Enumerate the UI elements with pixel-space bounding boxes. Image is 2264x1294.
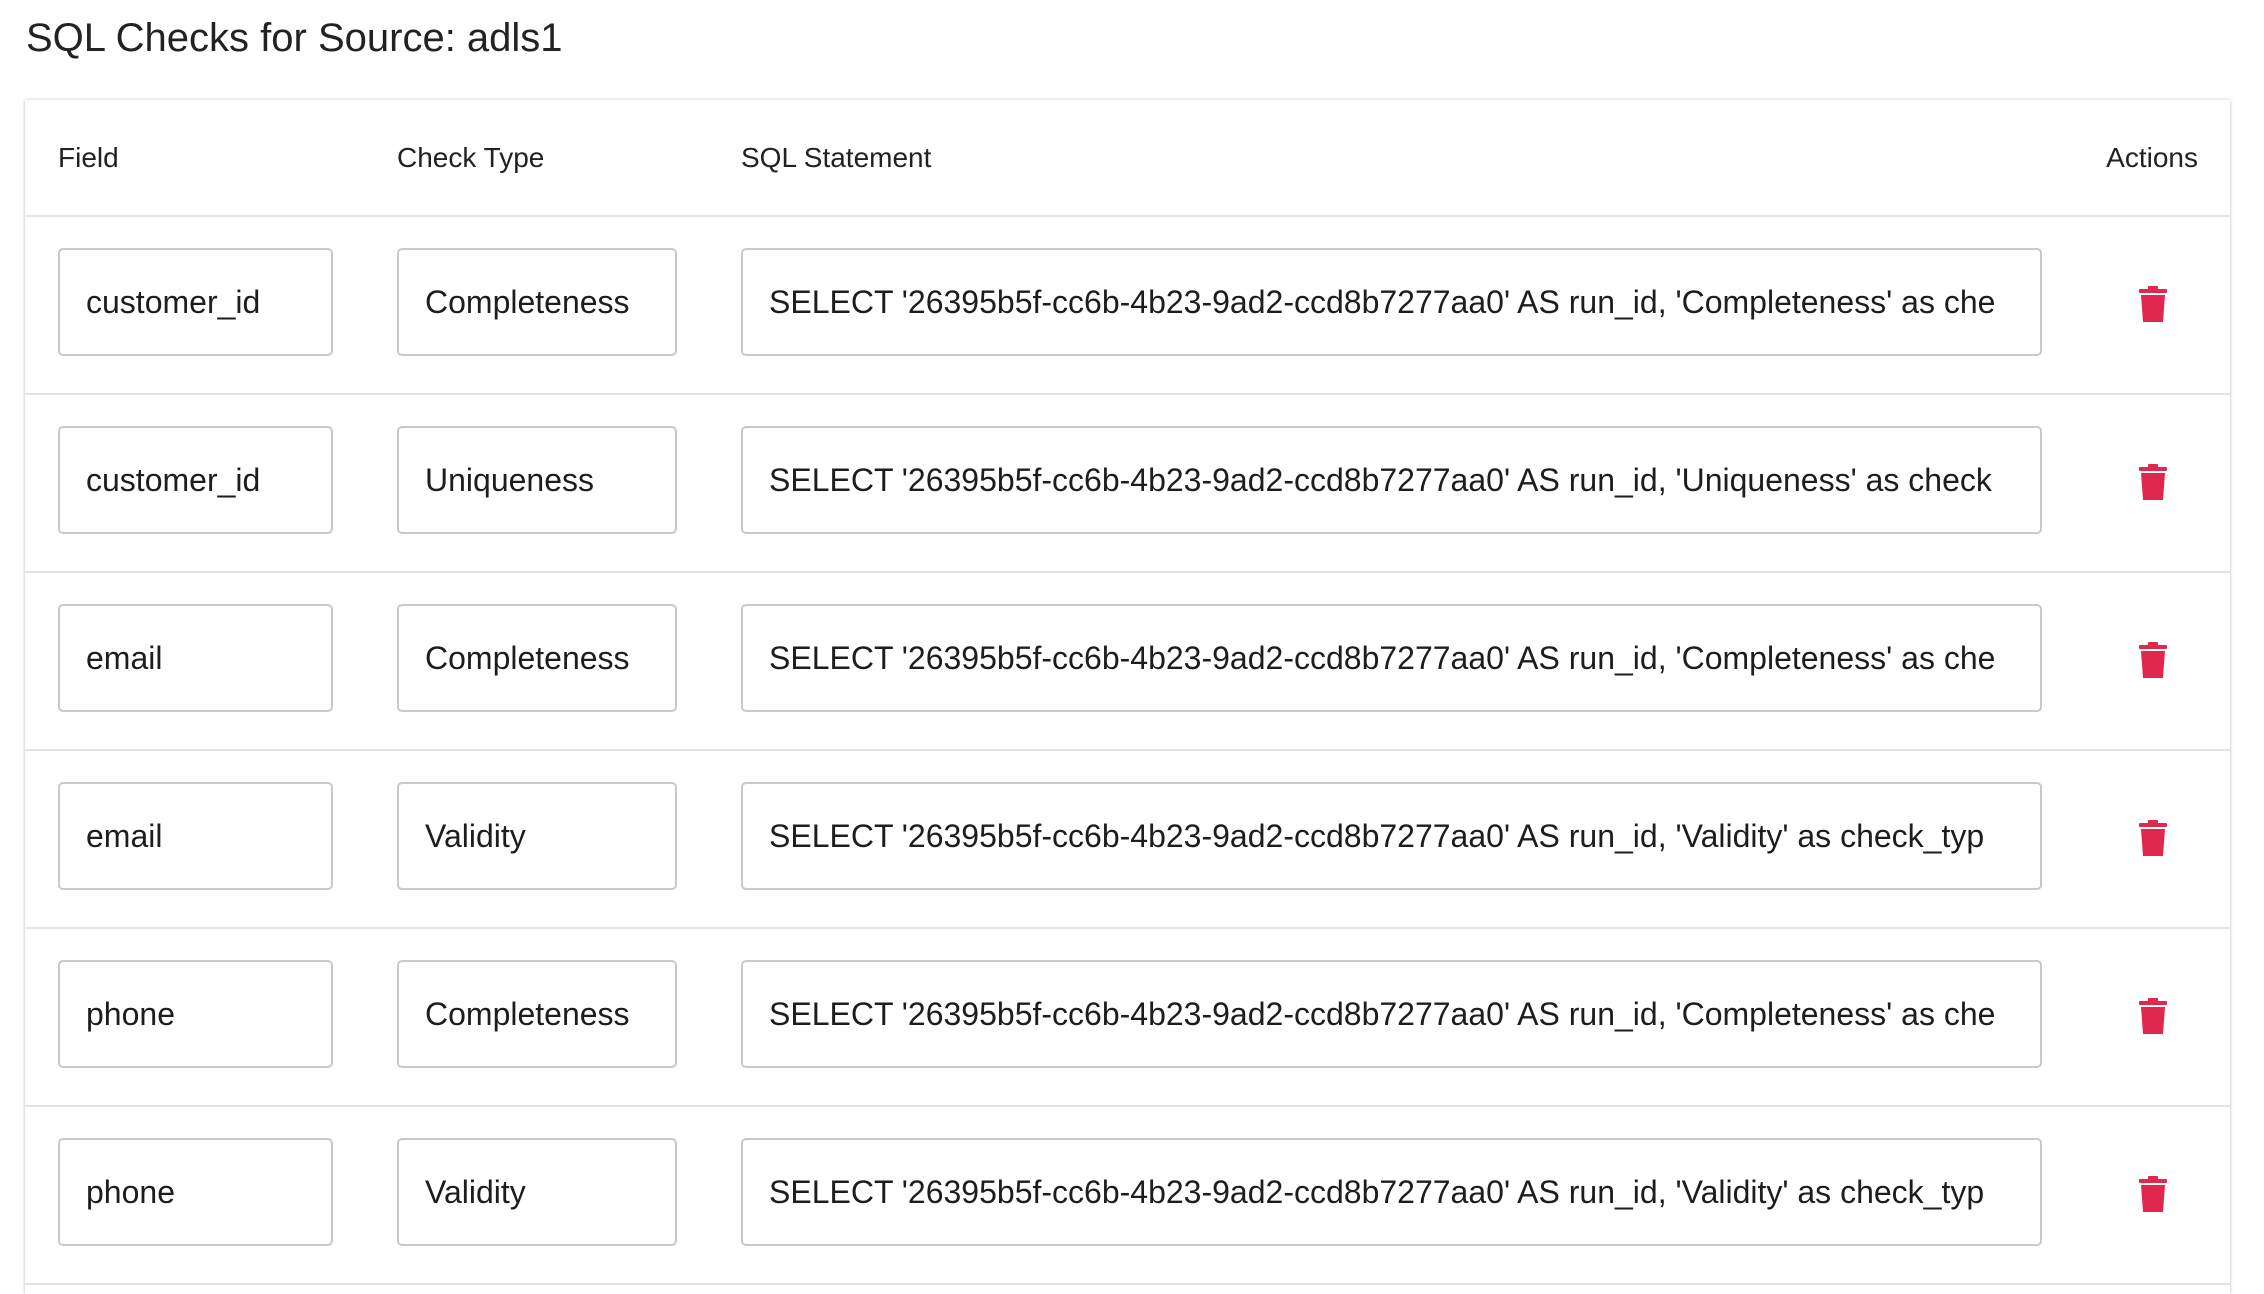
table-row: email Completeness SELECT '26395b5f-cc6b… [25, 573, 2230, 751]
sql-statement-input[interactable]: SELECT '26395b5f-cc6b-4b23-9ad2-ccd8b727… [741, 782, 2042, 890]
sql-statement-text: SELECT '26395b5f-cc6b-4b23-9ad2-ccd8b727… [769, 284, 1996, 320]
sql-statement-text: SELECT '26395b5f-cc6b-4b23-9ad2-ccd8b727… [769, 996, 1996, 1032]
delete-button[interactable] [2123, 986, 2183, 1046]
check-type-input[interactable]: Completeness [397, 604, 677, 712]
table-row: email Validity SELECT '26395b5f-cc6b-4b2… [25, 751, 2230, 929]
trash-icon [2139, 642, 2167, 678]
field-input[interactable]: customer_id [58, 248, 333, 356]
field-input[interactable]: email [58, 782, 333, 890]
sql-checks-table: Field Check Type SQL Statement Actions c… [25, 100, 2230, 1294]
check-type-input[interactable]: Uniqueness [397, 426, 677, 534]
sql-statement-text: SELECT '26395b5f-cc6b-4b23-9ad2-ccd8b727… [769, 818, 1985, 854]
column-header-field: Field [58, 142, 119, 173]
trash-icon [2139, 464, 2167, 500]
sql-statement-text: SELECT '26395b5f-cc6b-4b23-9ad2-ccd8b727… [769, 462, 1992, 498]
trash-icon [2139, 1176, 2167, 1212]
check-type-input[interactable]: Validity [397, 782, 677, 890]
column-header-sql-statement: SQL Statement [741, 142, 932, 173]
sql-statement-input[interactable]: SELECT '26395b5f-cc6b-4b23-9ad2-ccd8b727… [741, 960, 2042, 1068]
table-header-row: Field Check Type SQL Statement Actions [25, 100, 2230, 217]
trash-icon [2139, 820, 2167, 856]
delete-button[interactable] [2123, 452, 2183, 512]
table-row: phone Completeness SELECT '26395b5f-cc6b… [25, 929, 2230, 1107]
trash-icon [2139, 286, 2167, 322]
sql-statement-text: SELECT '26395b5f-cc6b-4b23-9ad2-ccd8b727… [769, 1174, 1985, 1210]
sql-statement-input[interactable]: SELECT '26395b5f-cc6b-4b23-9ad2-ccd8b727… [741, 604, 2042, 712]
field-input[interactable]: phone [58, 1138, 333, 1246]
trash-icon [2139, 998, 2167, 1034]
delete-button[interactable] [2123, 1164, 2183, 1224]
check-type-input[interactable]: Completeness [397, 960, 677, 1068]
table-body: customer_id Completeness SELECT '26395b5… [25, 217, 2230, 1285]
field-input[interactable]: email [58, 604, 333, 712]
field-input[interactable]: phone [58, 960, 333, 1068]
field-input[interactable]: customer_id [58, 426, 333, 534]
sql-statement-input[interactable]: SELECT '26395b5f-cc6b-4b23-9ad2-ccd8b727… [741, 248, 2042, 356]
table-row: customer_id Completeness SELECT '26395b5… [25, 217, 2230, 395]
column-header-check-type: Check Type [397, 142, 545, 173]
delete-button[interactable] [2123, 274, 2183, 334]
delete-button[interactable] [2123, 630, 2183, 690]
sql-statement-text: SELECT '26395b5f-cc6b-4b23-9ad2-ccd8b727… [769, 640, 1996, 676]
sql-statement-input[interactable]: SELECT '26395b5f-cc6b-4b23-9ad2-ccd8b727… [741, 1138, 2042, 1246]
delete-button[interactable] [2123, 808, 2183, 868]
table-row: customer_id Uniqueness SELECT '26395b5f-… [25, 395, 2230, 573]
sql-statement-input[interactable]: SELECT '26395b5f-cc6b-4b23-9ad2-ccd8b727… [741, 426, 2042, 534]
check-type-input[interactable]: Completeness [397, 248, 677, 356]
check-type-input[interactable]: Validity [397, 1138, 677, 1246]
table-row: phone Validity SELECT '26395b5f-cc6b-4b2… [25, 1107, 2230, 1285]
page-title: SQL Checks for Source: adls1 [26, 16, 563, 60]
column-header-actions: Actions [2106, 142, 2198, 173]
